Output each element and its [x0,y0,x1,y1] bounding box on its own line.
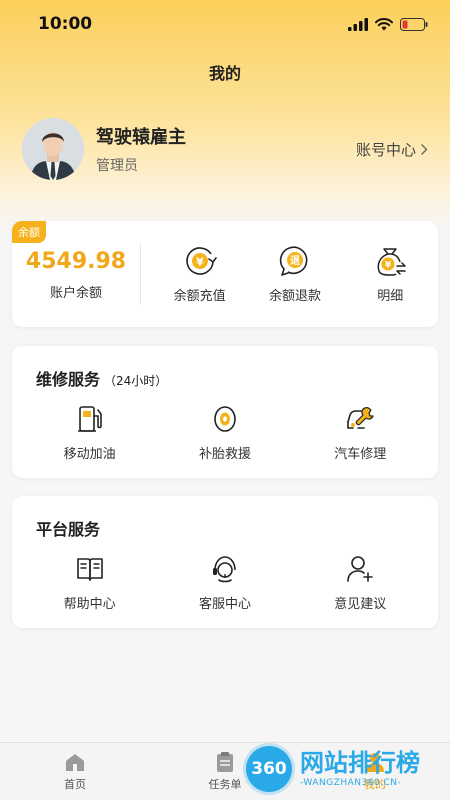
car-repair-label: 汽车修理 [334,447,387,462]
help-center-label: 帮助中心 [63,597,116,612]
balance-actions: ¥ 余额充值 退 余额退款 ¥ 明细 [152,245,438,304]
refund-label: 余额退款 [268,289,321,304]
svg-text:退: 退 [290,255,300,267]
svg-text:¥: ¥ [196,256,204,269]
profile-name: 驾驶辕雇主 [96,127,186,148]
repair-service-title-text: 维修服务 [36,370,101,389]
tab-home[interactable]: 首页 [0,743,150,800]
home-icon [66,754,84,771]
watermark: 360 网站排行榜 -WANGZHAN360.CN- [246,740,450,798]
money-bag-icon: ¥ [377,248,407,276]
avatar[interactable] [22,118,84,180]
watermark-badge: 360 [246,746,292,792]
status-bar: 10:00 [0,0,450,48]
repair-service-grid: 移动加油 补胎救援 汽车修理 [12,404,438,462]
avatar-person-icon [22,118,84,180]
customer-service-button[interactable]: 客服中心 [165,554,285,612]
watermark-title: 网站排行榜 [300,749,420,777]
tab-home-label: 首页 [64,778,86,791]
repair-service-title: 维修服务 （24小时） [36,366,167,390]
tab-tasks-label: 任务单 [208,778,242,791]
headset-icon [212,556,236,583]
book-icon [76,558,103,581]
chevron-right-icon [421,143,428,155]
refund-button[interactable]: 退 余额退款 [250,245,340,304]
page-title: 我的 [208,64,241,83]
feedback-button[interactable]: 意见建议 [300,554,420,612]
feedback-label: 意见建议 [334,597,387,612]
fuel-pump-icon [77,406,102,432]
recharge-button[interactable]: ¥ 余额充值 [155,245,245,304]
platform-service-card: 平台服务 帮助中心 客服中心 意见建议 [12,496,438,628]
refund-icon: 退 [279,246,308,276]
balance-label: 账户余额 [49,286,102,301]
help-center-button[interactable]: 帮助中心 [30,554,150,612]
status-time: 10:00 [38,14,93,34]
detail-button[interactable]: ¥ 明细 [345,245,435,304]
mobile-refuel-label: 移动加油 [63,447,116,462]
svg-text:¥: ¥ [385,261,392,271]
profile-section: 驾驶辕雇主 管理员 账号中心 [22,118,428,180]
platform-service-title: 平台服务 [36,520,101,539]
watermark-subtitle: -WANGZHAN360.CN- [300,778,402,788]
mobile-refuel-button[interactable]: 移动加油 [30,404,150,462]
balance-card: 余额 4549.98 账户余额 ¥ 余额充值 退 余额退款 ¥ 明细 [12,221,438,327]
balance-badge: 余额 [12,221,46,243]
signal-icon [348,17,368,31]
clipboard-icon [217,752,233,772]
user-add-icon [347,556,374,582]
platform-service-grid: 帮助中心 客服中心 意见建议 [12,554,438,612]
repair-service-subtitle: （24小时） [104,374,168,388]
wifi-icon [375,17,393,30]
status-icons [348,17,428,31]
detail-label: 明细 [377,289,404,304]
battery-icon [400,17,428,31]
car-repair-icon [347,407,374,429]
balance-value: 4549.98 [25,249,127,274]
tire-icon [214,406,236,432]
recharge-label: 余额充值 [173,289,226,304]
customer-service-label: 客服中心 [198,597,251,612]
repair-service-card: 维修服务 （24小时） 移动加油 补胎救援 汽车修理 [12,346,438,478]
car-repair-button[interactable]: 汽车修理 [300,404,420,462]
tire-rescue-button[interactable]: 补胎救援 [165,404,285,462]
yuan-recharge-icon: ¥ [185,247,217,275]
tire-rescue-label: 补胎救援 [198,447,251,462]
divider [140,243,141,305]
profile-role: 管理员 [96,158,138,174]
account-center-label: 账号中心 [355,140,416,159]
balance-summary[interactable]: 4549.98 账户余额 [12,249,140,301]
account-center-link[interactable]: 账号中心 [356,139,428,160]
